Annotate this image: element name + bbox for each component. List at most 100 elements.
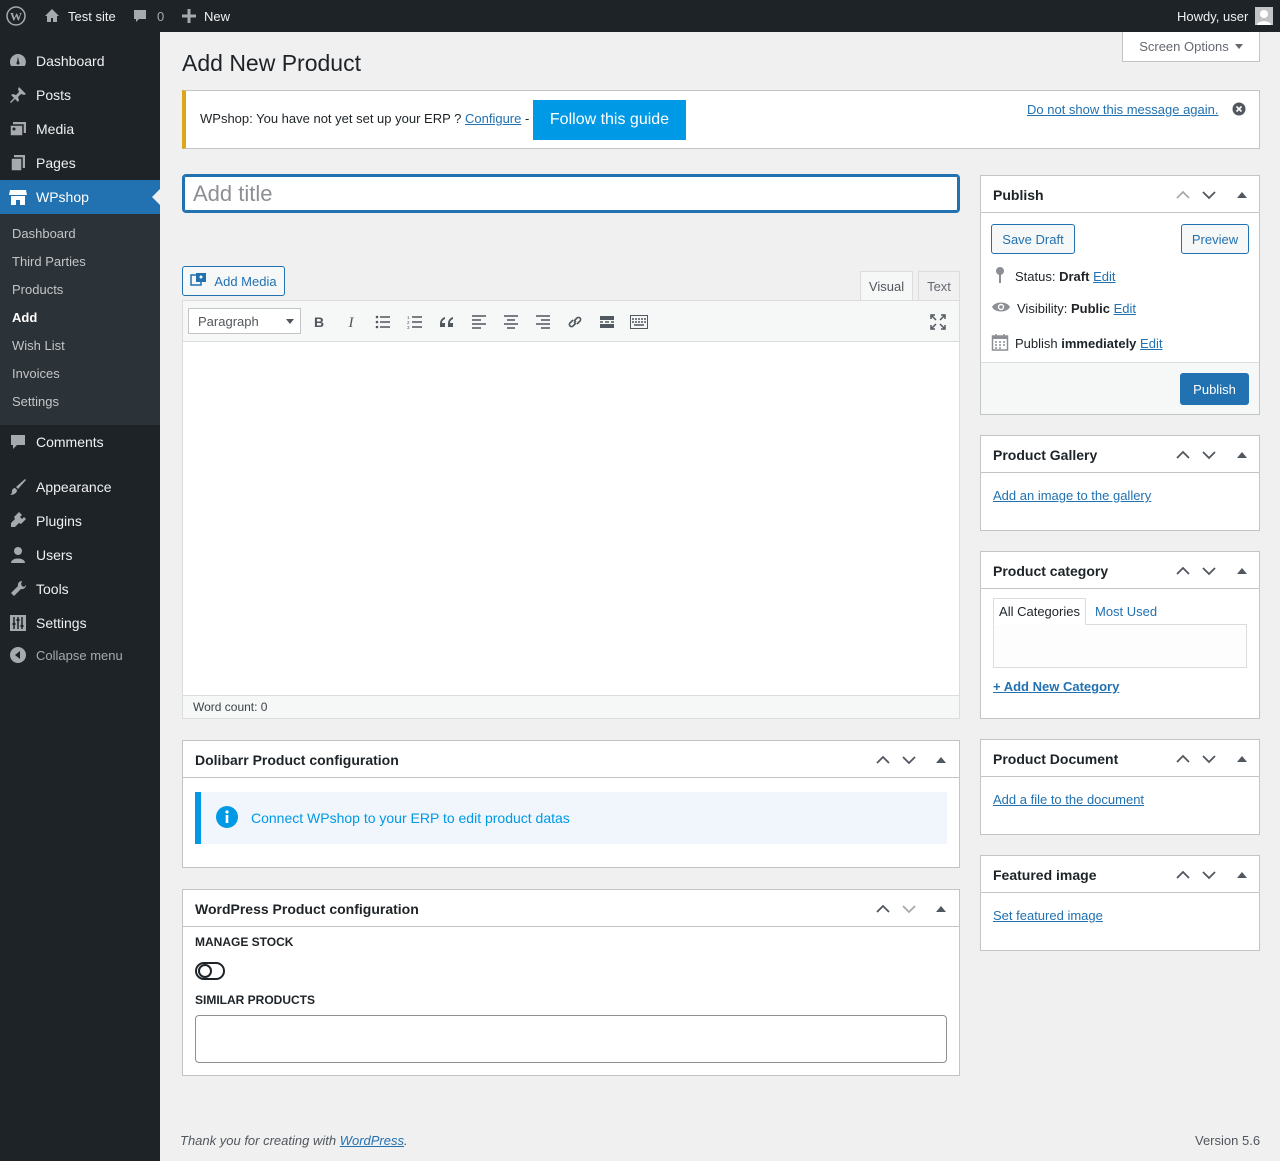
menu-plugins[interactable]: Plugins <box>0 504 160 538</box>
publish-time-row: Publish immediately Edit <box>991 333 1162 354</box>
tab-visual[interactable]: Visual <box>860 271 913 301</box>
menu-users[interactable]: Users <box>0 538 160 572</box>
svg-text:I: I <box>348 315 355 329</box>
menu-pages[interactable]: Pages <box>0 146 160 180</box>
postbox-title: Dolibarr Product configuration <box>195 751 399 768</box>
save-draft-button[interactable]: Save Draft <box>991 224 1075 254</box>
edit-status-link[interactable]: Edit <box>1093 269 1115 284</box>
submenu-settings[interactable]: Settings <box>12 392 59 412</box>
link-icon[interactable] <box>563 311 587 333</box>
publish-actions: Publish <box>981 362 1259 414</box>
menu-collapse[interactable]: Collapse menu <box>0 638 160 672</box>
move-down-icon[interactable] <box>1202 856 1216 893</box>
manage-stock-toggle[interactable] <box>195 961 225 984</box>
align-center-icon[interactable] <box>499 311 523 333</box>
fullscreen-icon[interactable] <box>926 311 950 333</box>
move-down-icon[interactable] <box>1202 436 1216 473</box>
bold-icon[interactable]: B <box>307 311 331 333</box>
menu-label: Users <box>36 547 73 563</box>
move-up-icon[interactable] <box>876 890 890 927</box>
menu-posts[interactable]: Posts <box>0 78 160 112</box>
add-media-button[interactable]: Add Media <box>182 266 285 296</box>
add-new-category-link[interactable]: + Add New Category <box>993 679 1119 694</box>
my-account-link[interactable]: Howdy, user <box>1177 0 1274 32</box>
move-up-icon[interactable] <box>876 741 890 778</box>
similar-products-input[interactable] <box>195 1015 947 1063</box>
italic-icon[interactable]: I <box>339 311 363 333</box>
wordpress-link[interactable]: WordPress <box>340 1133 404 1148</box>
move-up-icon[interactable] <box>1176 552 1190 589</box>
toggle-panel-icon[interactable] <box>936 890 946 927</box>
menu-dashboard[interactable]: Dashboard <box>0 44 160 78</box>
configure-link[interactable]: Configure <box>465 111 521 126</box>
toggle-panel-icon[interactable] <box>1237 436 1247 473</box>
move-up-icon[interactable] <box>1176 856 1190 893</box>
numbered-list-icon[interactable]: 123 <box>403 311 427 333</box>
tab-most-used[interactable]: Most Used <box>1095 598 1157 625</box>
format-select[interactable]: Paragraph <box>188 308 301 334</box>
submenu-dashboard[interactable]: Dashboard <box>12 224 76 244</box>
site-name-link[interactable]: Test site <box>44 0 116 32</box>
toggle-panel-icon[interactable] <box>1237 856 1247 893</box>
dismiss-permanently-link[interactable]: Do not show this message again. <box>1027 102 1219 117</box>
new-content-link[interactable]: New <box>182 0 230 32</box>
wordpress-logo-icon[interactable]: W <box>6 0 28 32</box>
submenu-add[interactable]: Add <box>12 308 37 328</box>
align-left-icon[interactable] <box>467 311 491 333</box>
add-media-icon <box>190 272 208 291</box>
toggle-panel-icon[interactable] <box>1237 552 1247 589</box>
set-featured-image-link[interactable]: Set featured image <box>993 908 1103 923</box>
menu-comments[interactable]: Comments <box>0 425 160 459</box>
tab-all-categories[interactable]: All Categories <box>993 598 1086 625</box>
move-down-icon[interactable] <box>902 890 916 927</box>
edit-publish-time-link[interactable]: Edit <box>1140 336 1162 351</box>
menu-label: Tools <box>36 581 69 597</box>
add-document-file-link[interactable]: Add a file to the document <box>993 792 1144 807</box>
toggle-panel-icon[interactable] <box>1237 740 1247 777</box>
wordpress-config-box: WordPress Product configuration MANAGE S… <box>182 889 960 1076</box>
word-count-bar: Word count: 0 <box>183 695 959 718</box>
title-input[interactable]: Add title <box>182 174 960 213</box>
visibility-row: Visibility: Public Edit <box>991 300 1136 317</box>
read-more-icon[interactable] <box>595 311 619 333</box>
toggle-panel-icon[interactable] <box>1237 176 1247 213</box>
dismiss-icon[interactable] <box>1232 102 1246 119</box>
edit-visibility-link[interactable]: Edit <box>1114 301 1136 316</box>
comments-link[interactable]: 0 <box>132 0 164 32</box>
add-gallery-image-link[interactable]: Add an image to the gallery <box>993 488 1151 503</box>
move-up-icon[interactable] <box>1176 176 1190 213</box>
toggle-panel-icon[interactable] <box>936 741 946 778</box>
move-up-icon[interactable] <box>1176 740 1190 777</box>
move-down-icon[interactable] <box>1202 552 1216 589</box>
submenu-products[interactable]: Products <box>12 280 63 300</box>
postbox-title: Featured image <box>993 866 1097 883</box>
notice-dash: - <box>525 111 530 126</box>
publish-time-value: immediately <box>1061 336 1137 351</box>
align-right-icon[interactable] <box>531 311 555 333</box>
menu-settings[interactable]: Settings <box>0 606 160 640</box>
menu-tools[interactable]: Tools <box>0 572 160 606</box>
tab-text[interactable]: Text <box>918 271 960 301</box>
postbox-header: Product category <box>981 552 1259 589</box>
blockquote-icon[interactable] <box>435 311 459 333</box>
move-down-icon[interactable] <box>902 741 916 778</box>
submenu-invoices[interactable]: Invoices <box>12 364 60 384</box>
collapse-icon <box>0 645 36 665</box>
wrench-icon <box>0 579 36 599</box>
menu-appearance[interactable]: Appearance <box>0 470 160 504</box>
submenu-third-parties[interactable]: Third Parties <box>12 252 86 272</box>
submenu-wish-list[interactable]: Wish List <box>12 336 65 356</box>
move-down-icon[interactable] <box>1202 740 1216 777</box>
category-list[interactable] <box>993 624 1247 668</box>
preview-button[interactable]: Preview <box>1181 224 1249 254</box>
move-up-icon[interactable] <box>1176 436 1190 473</box>
bullet-list-icon[interactable] <box>371 311 395 333</box>
toolbar-toggle-icon[interactable] <box>627 311 651 333</box>
screen-options-button[interactable]: Screen Options <box>1122 32 1260 62</box>
follow-guide-button[interactable]: Follow this guide <box>533 100 686 140</box>
menu-media[interactable]: Media <box>0 112 160 146</box>
menu-wpshop[interactable]: WPshop <box>0 180 160 214</box>
media-icon <box>0 119 36 139</box>
move-down-icon[interactable] <box>1202 176 1216 213</box>
publish-button[interactable]: Publish <box>1180 373 1249 405</box>
